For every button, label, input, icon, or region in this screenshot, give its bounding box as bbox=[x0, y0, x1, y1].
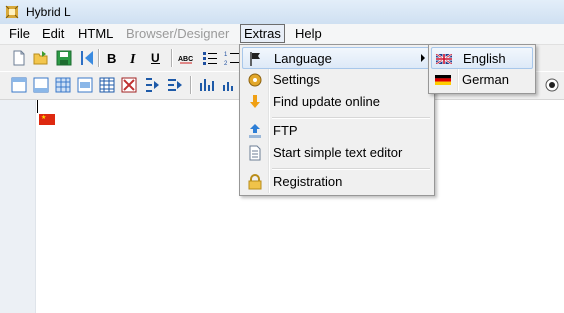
upload-icon bbox=[249, 124, 261, 138]
menu-item-registration[interactable]: Registration bbox=[242, 171, 432, 193]
spellcheck-icon[interactable]: ABC bbox=[178, 50, 194, 66]
svg-text:I: I bbox=[129, 52, 136, 66]
toolbar-separator bbox=[171, 49, 173, 67]
table-icon[interactable] bbox=[99, 77, 115, 93]
frame-icon[interactable] bbox=[77, 77, 93, 93]
app-logo-icon bbox=[5, 5, 19, 19]
menu-item-text-editor[interactable]: Start simple text editor bbox=[242, 142, 432, 164]
svg-text:ABC: ABC bbox=[178, 56, 193, 63]
svg-text:U: U bbox=[151, 51, 160, 65]
image-icon[interactable] bbox=[121, 77, 137, 93]
menu-item-english[interactable]: English bbox=[431, 47, 533, 69]
text-caret bbox=[37, 100, 38, 113]
outdent-icon[interactable] bbox=[167, 77, 183, 93]
svg-text:2: 2 bbox=[224, 61, 228, 66]
menu-item-german[interactable]: German bbox=[431, 69, 533, 91]
extras-menu: Language Settings Find update online FTP… bbox=[239, 44, 435, 196]
table-grid-icon[interactable] bbox=[55, 77, 71, 93]
chart-icon[interactable] bbox=[221, 77, 237, 93]
menu-file[interactable]: File bbox=[6, 25, 33, 42]
lock-icon bbox=[248, 174, 262, 190]
bulleted-list-icon[interactable] bbox=[202, 50, 218, 66]
flag-icon bbox=[250, 52, 260, 66]
menu-browser-designer[interactable]: Browser/Designer bbox=[123, 25, 232, 42]
menu-item-label: German bbox=[462, 72, 509, 87]
uk-flag-icon bbox=[436, 54, 452, 64]
menu-separator bbox=[272, 168, 430, 170]
bold-icon[interactable]: B bbox=[104, 50, 120, 66]
open-folder-icon[interactable] bbox=[33, 50, 49, 66]
window-title: Hybrid L bbox=[26, 5, 71, 19]
menu-item-label: Registration bbox=[273, 174, 343, 189]
layout-bottom-icon[interactable] bbox=[33, 77, 49, 93]
indent-icon[interactable] bbox=[145, 77, 161, 93]
settings-icon bbox=[248, 73, 262, 87]
china-flag-icon: ★ bbox=[39, 114, 55, 125]
line-gutter bbox=[0, 100, 36, 313]
menu-html[interactable]: HTML bbox=[75, 25, 116, 42]
germany-flag-icon bbox=[435, 75, 451, 85]
menu-item-label: FTP bbox=[273, 123, 298, 138]
underline-icon[interactable]: U bbox=[148, 50, 164, 66]
menu-extras[interactable]: Extras bbox=[240, 24, 285, 43]
submenu-arrow-icon bbox=[421, 54, 425, 62]
menu-item-label: Find update online bbox=[273, 94, 380, 109]
menu-item-language[interactable]: Language bbox=[242, 47, 432, 69]
text-editor-icon bbox=[249, 145, 261, 161]
menu-separator bbox=[272, 117, 430, 119]
radio-button-icon[interactable] bbox=[545, 78, 559, 92]
menu-item-label: English bbox=[463, 51, 506, 66]
save-icon[interactable] bbox=[56, 50, 72, 66]
download-icon bbox=[250, 95, 260, 108]
menu-edit[interactable]: Edit bbox=[39, 25, 67, 42]
title-bar: Hybrid L bbox=[0, 0, 564, 25]
numbered-list-icon[interactable]: 12 bbox=[224, 50, 240, 66]
svg-text:B: B bbox=[107, 51, 116, 66]
menu-item-label: Start simple text editor bbox=[273, 145, 403, 160]
menu-bar: File Edit HTML Browser/Designer Extras H… bbox=[0, 24, 564, 45]
menu-item-find-update[interactable]: Find update online bbox=[242, 91, 432, 113]
menu-item-settings[interactable]: Settings bbox=[242, 69, 432, 91]
format-icon[interactable] bbox=[199, 77, 215, 93]
toolbar-separator bbox=[190, 76, 192, 94]
new-document-icon[interactable] bbox=[11, 50, 27, 66]
menu-item-label: Settings bbox=[273, 72, 320, 87]
menu-item-ftp[interactable]: FTP bbox=[242, 120, 432, 142]
navigate-icon[interactable] bbox=[79, 50, 95, 66]
svg-text:1: 1 bbox=[224, 52, 228, 58]
language-submenu: English German bbox=[428, 44, 536, 94]
layout-top-icon[interactable] bbox=[11, 77, 27, 93]
toolbar-separator bbox=[98, 49, 100, 67]
menu-help[interactable]: Help bbox=[292, 25, 325, 42]
menu-item-label: Language bbox=[274, 51, 332, 66]
italic-icon[interactable]: I bbox=[126, 50, 142, 66]
